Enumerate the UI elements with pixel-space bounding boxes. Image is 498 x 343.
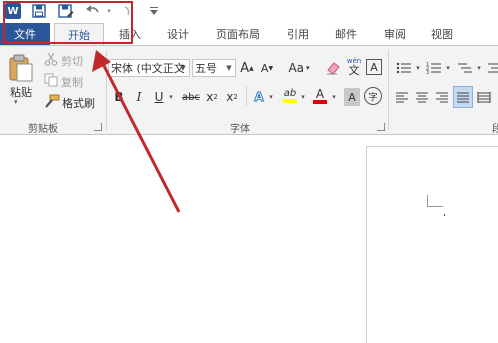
annotation-arrow: [92, 50, 181, 213]
